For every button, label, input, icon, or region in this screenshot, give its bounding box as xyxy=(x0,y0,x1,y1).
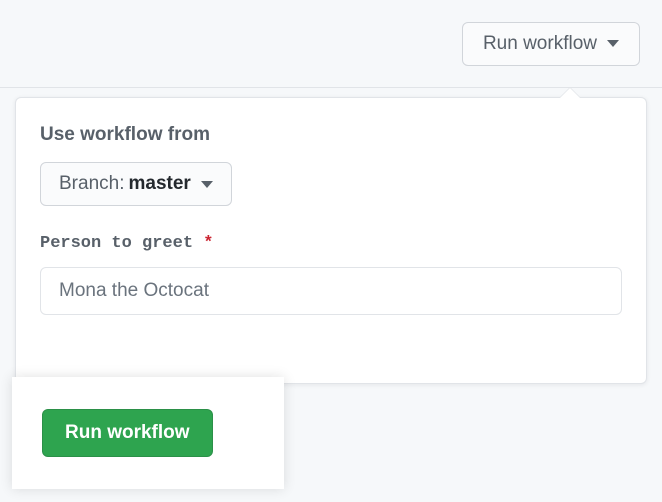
branch-selector-button[interactable]: Branch: master xyxy=(40,162,232,206)
workflow-dispatch-popover: Use workflow from Branch: master Person … xyxy=(15,97,647,384)
input-label-text: Person to greet xyxy=(40,234,193,253)
required-asterisk: * xyxy=(203,234,213,253)
top-bar: Run workflow xyxy=(0,0,662,88)
run-workflow-trigger-label: Run workflow xyxy=(483,33,597,55)
submit-highlight: Run workflow xyxy=(12,377,284,489)
branch-name: master xyxy=(128,173,190,195)
branch-prefix: Branch: xyxy=(59,173,124,195)
caret-down-icon xyxy=(201,181,213,188)
branch-section-label: Use workflow from xyxy=(40,124,622,146)
caret-down-icon xyxy=(607,40,619,47)
person-to-greet-input[interactable] xyxy=(40,267,622,315)
run-workflow-submit-button[interactable]: Run workflow xyxy=(42,409,213,457)
input-field-label: Person to greet * xyxy=(40,234,622,253)
run-workflow-trigger-button[interactable]: Run workflow xyxy=(462,22,640,66)
